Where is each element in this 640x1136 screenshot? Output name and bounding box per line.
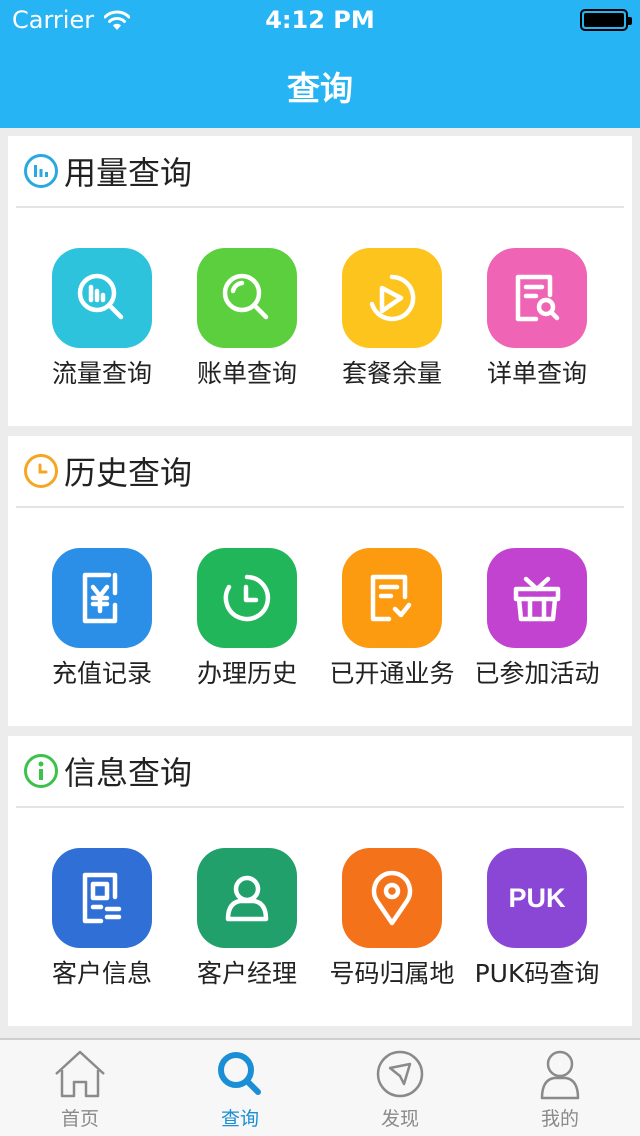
tab-home[interactable]: 首页 — [0, 1040, 160, 1136]
tab-label: 我的 — [540, 1108, 579, 1130]
item-label: 已开通业务 — [329, 659, 455, 688]
tab-discover[interactable]: 发现 — [320, 1040, 480, 1136]
info-item-puk[interactable]: PUK PUK码查询 — [465, 848, 609, 990]
item-label: 客户信息 — [51, 959, 152, 988]
item-label: 账单查询 — [196, 359, 297, 388]
user-icon — [540, 1050, 580, 1100]
tab-bar: 首页 查询 发现 我的 — [0, 1038, 640, 1136]
history-item-services[interactable]: 已开通业务 — [320, 548, 464, 690]
location-pin-icon — [342, 848, 442, 948]
section-title: 信息查询 — [64, 754, 193, 792]
item-label: 已参加活动 — [474, 659, 600, 688]
usage-grid: 流量查询 账单查询 套餐余量 详单查询 — [8, 208, 632, 426]
section-title: 历史查询 — [64, 454, 193, 492]
puk-icon: PUK — [487, 848, 587, 948]
usage-item-package[interactable]: 套餐余量 — [320, 248, 464, 390]
id-card-icon — [52, 848, 152, 948]
section-title: 用量查询 — [64, 154, 193, 192]
page-title: 查询 — [287, 69, 353, 108]
tab-label: 发现 — [380, 1108, 419, 1130]
item-label: 客户经理 — [196, 959, 297, 988]
history-item-recharge[interactable]: 充值记录 — [30, 548, 174, 690]
battery-icon — [580, 9, 632, 31]
history-clock-icon — [197, 548, 297, 648]
usage-item-bill[interactable]: 账单查询 — [175, 248, 319, 390]
compass-icon — [376, 1050, 424, 1098]
usage-item-traffic[interactable]: 流量查询 — [30, 248, 174, 390]
item-label: 套餐余量 — [341, 359, 442, 388]
info-grid: 客户信息 客户经理 号码归属地 PUK PUK码查询 — [8, 808, 632, 1026]
person-icon — [197, 848, 297, 948]
info-item-location[interactable]: 号码归属地 — [320, 848, 464, 990]
bar-chart-icon — [24, 154, 58, 188]
status-bar: Carrier 4:12 PM — [0, 0, 640, 40]
tab-mine[interactable]: 我的 — [480, 1040, 640, 1136]
info-item-customer[interactable]: 客户信息 — [30, 848, 174, 990]
yen-card-icon — [52, 548, 152, 648]
puk-icon-text: PUK — [508, 882, 566, 913]
tab-label: 查询 — [220, 1108, 259, 1130]
item-label: 号码归属地 — [329, 959, 455, 988]
tab-search[interactable]: 查询 — [160, 1040, 320, 1136]
section-history: 历史查询 充值记录 办理历史 已开通业务 已参加活动 — [8, 436, 632, 726]
item-label: 办理历史 — [196, 659, 297, 688]
pie-chart-icon — [342, 248, 442, 348]
top-bar: Carrier 4:12 PM 查询 — [0, 0, 640, 128]
home-icon — [55, 1050, 105, 1098]
section-header: 信息查询 — [16, 736, 624, 808]
search-icon — [218, 1052, 261, 1095]
usage-item-detail[interactable]: 详单查询 — [465, 248, 609, 390]
item-label: 充值记录 — [51, 659, 152, 688]
section-usage: 用量查询 流量查询 账单查询 套餐余量 详单查询 — [8, 136, 632, 426]
gift-basket-icon — [487, 548, 587, 648]
item-label: PUK码查询 — [474, 959, 600, 988]
history-grid: 充值记录 办理历史 已开通业务 已参加活动 — [8, 508, 632, 726]
search-icon — [197, 248, 297, 348]
status-time: 4:12 PM — [265, 6, 375, 34]
history-item-handled[interactable]: 办理历史 — [175, 548, 319, 690]
chart-search-icon — [52, 248, 152, 348]
info-icon — [24, 754, 58, 788]
section-header: 用量查询 — [16, 136, 624, 208]
history-item-activities[interactable]: 已参加活动 — [465, 548, 609, 690]
clock-icon — [24, 454, 58, 488]
item-label: 详单查询 — [486, 359, 587, 388]
section-header: 历史查询 — [16, 436, 624, 508]
tab-label: 首页 — [60, 1108, 99, 1130]
info-item-manager[interactable]: 客户经理 — [175, 848, 319, 990]
item-label: 流量查询 — [51, 359, 152, 388]
document-search-icon — [487, 248, 587, 348]
document-check-icon — [342, 548, 442, 648]
section-info: 信息查询 客户信息 客户经理 号码归属地 PUK PUK码查询 — [8, 736, 632, 1026]
